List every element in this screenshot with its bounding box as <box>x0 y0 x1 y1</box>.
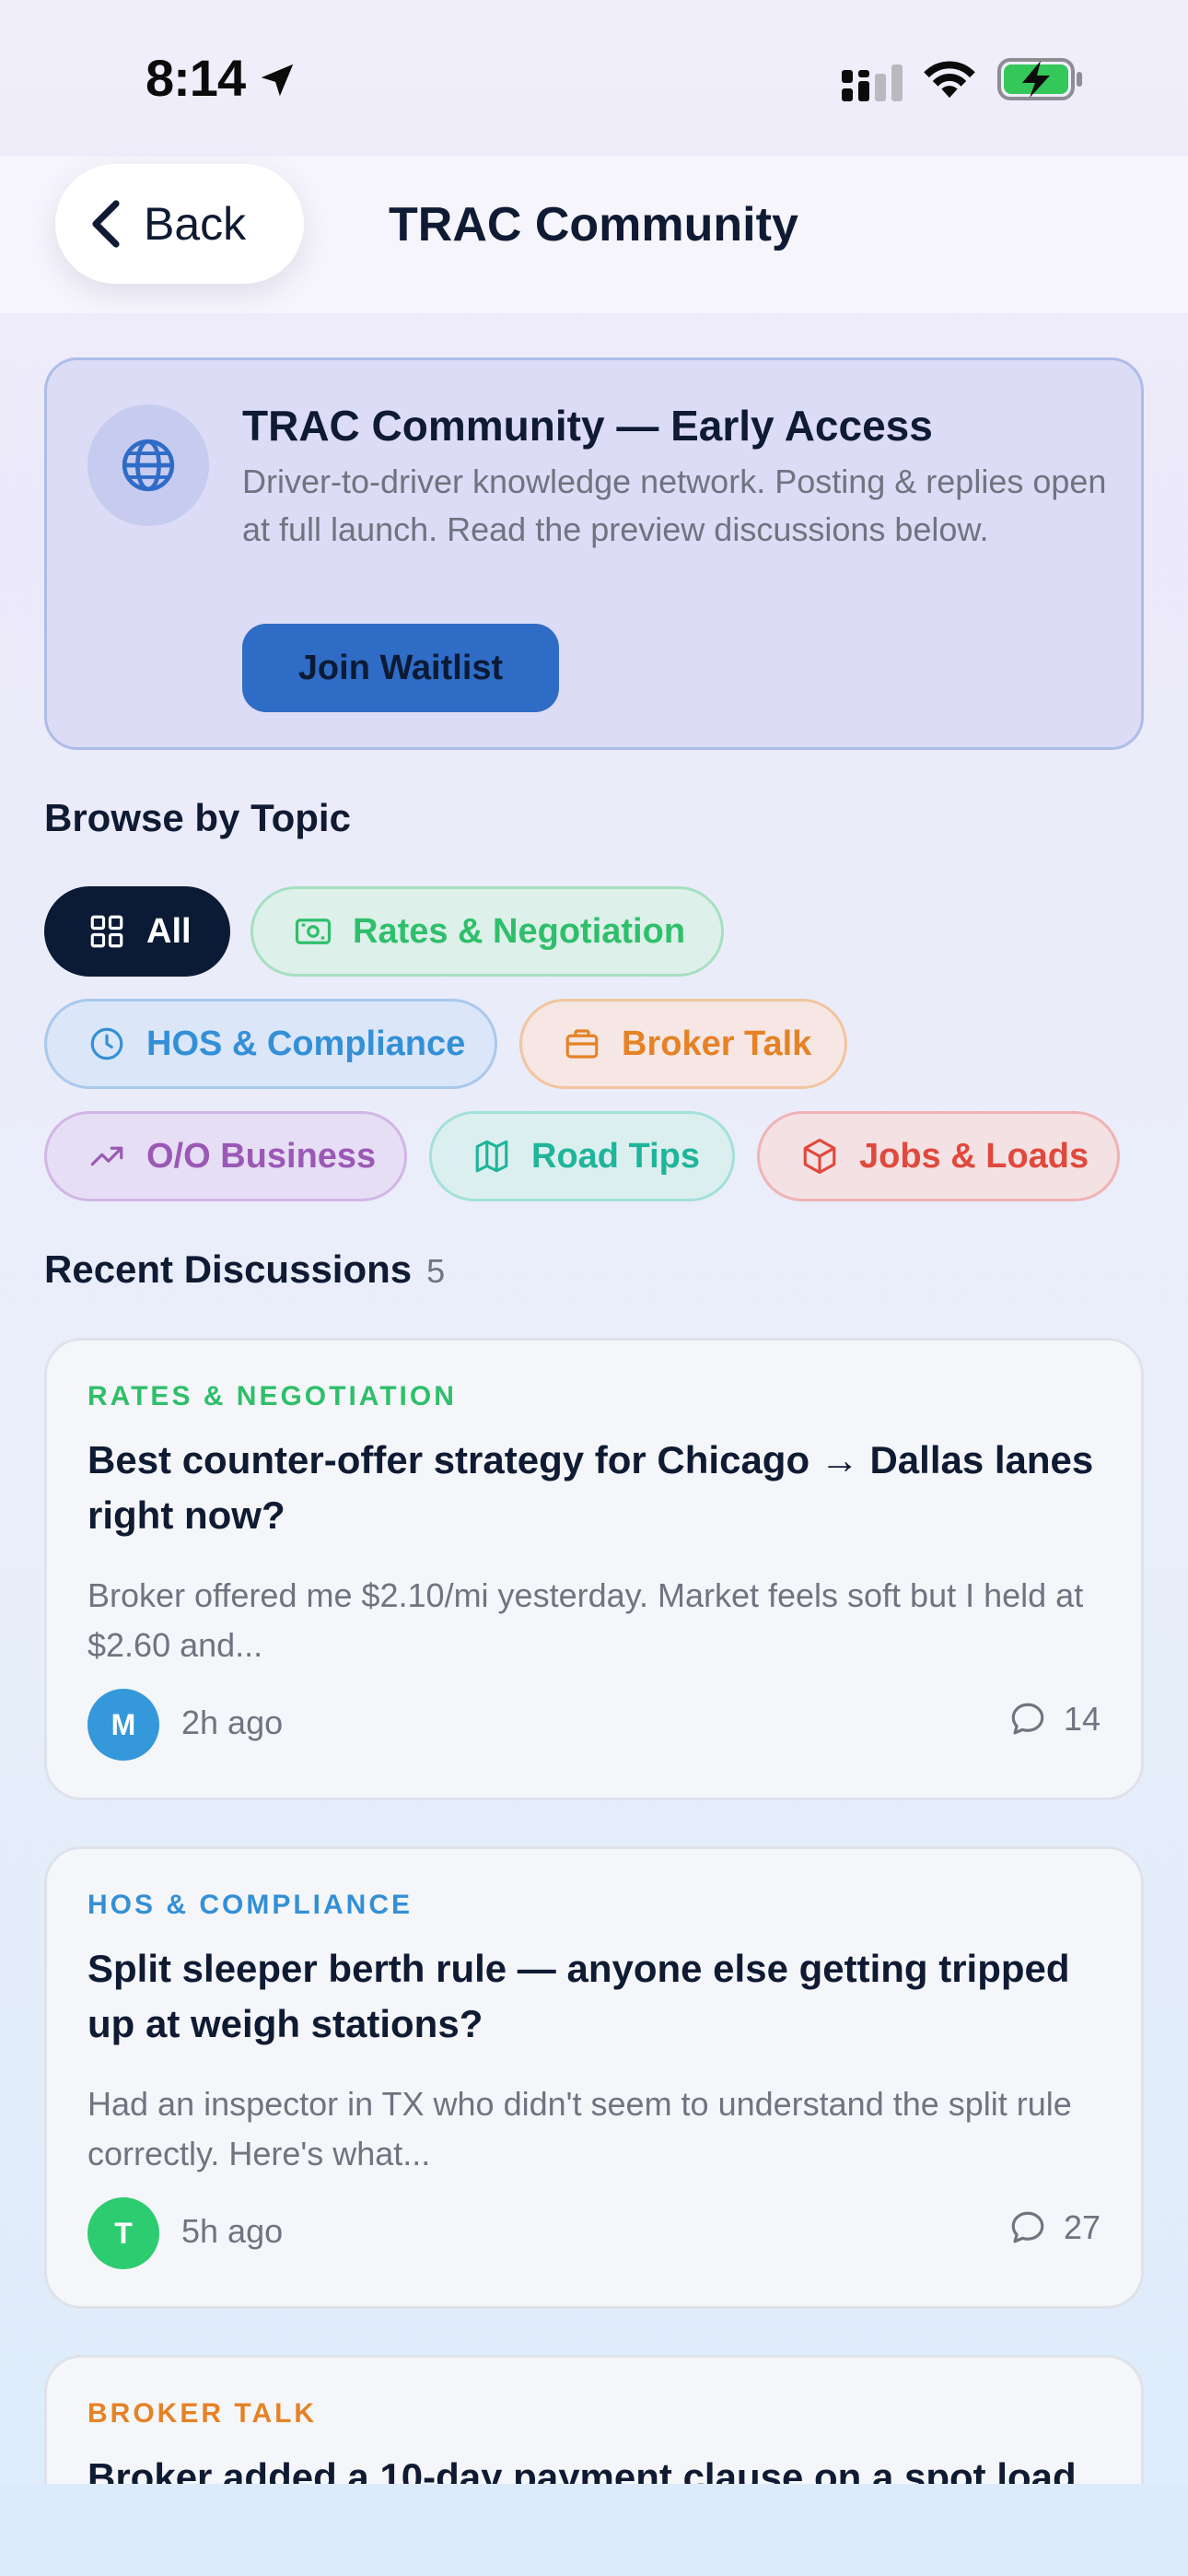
back-button-label: Back <box>144 198 247 250</box>
discussion-category: BROKER TALK <box>87 2398 318 2429</box>
cellular-signal-icon <box>842 64 903 101</box>
topic-chip-rates-negotiation[interactable]: Rates & Negotiation <box>250 886 724 977</box>
discussion-category: RATES & NEGOTIATION <box>87 1381 457 1411</box>
discussion-title: Split sleeper berth rule — anyone else g… <box>87 1947 1070 2045</box>
reply-count: 27 <box>1008 2208 1101 2247</box>
discussion-time: 2h ago <box>181 1704 284 1741</box>
money-icon <box>295 919 332 944</box>
topic-chip-label: Rates & Negotiation <box>353 911 686 951</box>
reply-count: 14 <box>1008 1700 1101 1739</box>
chevron-left-icon <box>92 200 120 248</box>
navigation-bar: Back TRAC Community <box>0 157 1188 313</box>
topic-chip-road-tips[interactable]: Road Tips <box>429 1111 735 1201</box>
bottom-fade <box>0 2484 1188 2576</box>
topic-chip-broker-talk[interactable]: Broker Talk <box>519 999 847 1089</box>
trending-up-icon <box>90 1146 123 1166</box>
banner-description: Driver-to-driver knowledge network. Post… <box>242 463 1107 548</box>
discussion-card[interactable]: HOS & COMPLIANCE Split sleeper berth rul… <box>44 1846 1144 2309</box>
discussion-preview: Broker offered me $2.10/mi yesterday. Ma… <box>87 1576 1084 1664</box>
recent-discussions-title: Recent Discussions <box>44 1247 413 1291</box>
join-waitlist-button[interactable]: Join Waitlist <box>242 624 559 712</box>
discussion-category: HOS & COMPLIANCE <box>87 1890 413 1920</box>
banner-title: TRAC Community — Early Access <box>242 402 933 450</box>
topic-chip-label: All <box>146 911 192 951</box>
discussion-count: 5 <box>426 1252 446 1290</box>
discussion-time: 5h ago <box>181 2212 284 2250</box>
status-time: 8:14 <box>146 49 246 107</box>
box-icon <box>803 1138 836 1175</box>
topic-chip-label: HOS & Compliance <box>146 1024 466 1063</box>
map-icon <box>475 1140 508 1173</box>
topic-chip-hos-compliance[interactable]: HOS & Compliance <box>44 999 497 1089</box>
reply-count-value: 14 <box>1063 1700 1101 1738</box>
recent-discussions-heading: Recent Discussions 5 <box>44 1247 445 1292</box>
comment-icon <box>1011 1703 1044 1735</box>
briefcase-icon <box>565 1029 599 1059</box>
browse-by-topic-heading: Browse by Topic <box>44 796 351 839</box>
topic-chip-label: Road Tips <box>531 1136 700 1176</box>
discussion-title: Best counter-offer strategy for Chicago … <box>87 1438 1094 1537</box>
reply-count-value: 27 <box>1063 2208 1101 2246</box>
avatar: T <box>87 2197 159 2269</box>
wifi-icon <box>924 61 975 99</box>
globe-icon <box>122 439 175 492</box>
comment-icon <box>1011 2211 1044 2243</box>
clock-icon <box>90 1027 123 1060</box>
globe-icon-badge <box>87 404 209 526</box>
back-button[interactable]: Back <box>55 164 304 284</box>
discussion-card[interactable]: RATES & NEGOTIATION Best counter-offer s… <box>44 1338 1144 1800</box>
topic-chip-jobs-loads[interactable]: Jobs & Loads <box>757 1111 1120 1201</box>
topic-chip-label: O/O Business <box>146 1136 377 1176</box>
avatar: M <box>87 1689 159 1761</box>
topic-chip-oo-business[interactable]: O/O Business <box>44 1111 407 1201</box>
discussion-preview: Had an inspector in TX who didn't seem t… <box>87 2085 1072 2172</box>
location-arrow-icon <box>261 64 294 97</box>
battery-charging-icon <box>997 58 1082 100</box>
topic-chip-label: Broker Talk <box>622 1024 812 1063</box>
page-title: TRAC Community <box>389 198 798 252</box>
grid-icon <box>90 915 123 948</box>
status-bar: 8:14 <box>0 0 1188 157</box>
topic-chip-label: Jobs & Loads <box>859 1136 1089 1176</box>
early-access-banner: TRAC Community — Early Access Driver-to-… <box>44 357 1144 750</box>
topic-chip-all[interactable]: All <box>44 886 230 977</box>
